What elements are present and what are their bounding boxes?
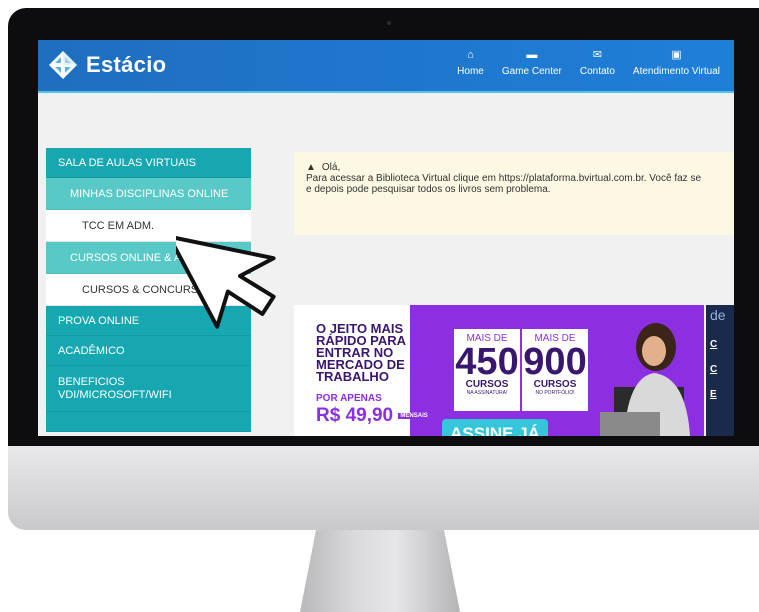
library-notice: ▲ Olá, Para acessar a Biblioteca Virtual… [294, 152, 734, 235]
woman-photo [600, 323, 690, 436]
sidebar-item-label: BENEFICIOS VDI/MICROSOFT/WIFI [58, 375, 172, 401]
nav-atendimento-label: Atendimento Virtual [632, 66, 720, 77]
sidebar-item-academico[interactable]: ACADÊMICO [46, 336, 251, 366]
sidebar-item-label: MINHAS DISCIPLINAS ONLINE [70, 187, 229, 200]
gamepad-icon: ▬ [526, 49, 538, 61]
panel-heading: de [710, 307, 726, 323]
right-side-panel: de C C E [706, 305, 734, 436]
mouse-cursor-icon [176, 234, 276, 329]
price-value: R$ 49,90 [316, 405, 394, 426]
nav-game-center-label: Game Center [501, 66, 562, 77]
logo-text: Estácio [86, 52, 167, 77]
webcam [387, 21, 391, 25]
nav-home-label: Home [457, 66, 484, 77]
promo-banner[interactable]: O JEITO MAIS RÁPIDO PARA ENTRAR NO MERCA… [294, 305, 704, 436]
screen: Estácio ⌂ Home ▬ Game Center ✉ Contato ▣… [38, 40, 734, 436]
bell-icon: ▲ [306, 162, 316, 173]
main-nav: ⌂ Home ▬ Game Center ✉ Contato ▣ Atendim… [439, 48, 720, 77]
sidebar-item-label: SALA DE AULAS VIRTUAIS [58, 156, 196, 169]
logo-diamond-icon [49, 51, 77, 79]
home-icon: ⌂ [467, 49, 474, 61]
banner-headline: O JEITO MAIS RÁPIDO PARA ENTRAR NO MERCA… [316, 321, 406, 384]
imac-mockup: Estácio ⌂ Home ▬ Game Center ✉ Contato ▣… [0, 0, 759, 612]
notice-line-1: Para acessar a Biblioteca Virtual clique… [306, 173, 702, 184]
panel-link[interactable]: C [706, 325, 734, 350]
nav-contato[interactable]: ✉ Contato [580, 48, 615, 77]
nav-contato-label: Contato [579, 66, 615, 77]
chat-icon: ▣ [671, 49, 682, 61]
sidebar-item-label: CURSOS ONLINE & A [70, 251, 182, 264]
box-number: 450 [455, 341, 519, 383]
estacio-logo[interactable]: Estácio [48, 50, 166, 80]
sidebar-item-beneficios[interactable]: BENEFICIOS VDI/MICROSOFT/WIFI [46, 366, 251, 412]
sidebar-item-minhas-disciplinas[interactable]: MINHAS DISCIPLINAS ONLINE [46, 178, 251, 210]
box-note: NA ASSINATURA! [466, 390, 508, 396]
box-number: 900 [523, 341, 587, 383]
monitor-chin [8, 446, 759, 530]
price-suffix: MENSAIS [398, 412, 430, 419]
notice-greeting: Olá, [321, 162, 341, 173]
sidebar-item-sala-de-aulas[interactable]: SALA DE AULAS VIRTUAIS [46, 148, 251, 178]
sidebar-item-label: ACADÊMICO [58, 344, 125, 357]
courses-box-portfolio: MAIS DE 900 CURSOS NO PORTFÓLIO! [520, 327, 590, 413]
box-note: NO PORTFÓLIO! [535, 390, 575, 396]
sidebar-item-next[interactable] [46, 412, 251, 432]
nav-atendimento-virtual[interactable]: ▣ Atendimento Virtual [633, 48, 720, 77]
top-navbar: Estácio ⌂ Home ▬ Game Center ✉ Contato ▣… [38, 40, 734, 93]
notice-greeting-row: ▲ Olá, [306, 162, 722, 173]
nav-home[interactable]: ⌂ Home [457, 48, 484, 77]
assine-button[interactable]: ASSINE JÁ [442, 419, 548, 436]
sidebar-item-label: PROVA ONLINE [58, 314, 140, 327]
panel-link[interactable]: C [706, 350, 734, 375]
sidebar-item-label: TCC EM ADM. [82, 219, 155, 232]
banner-price: R$ 49,90 MENSAIS [316, 405, 430, 427]
notice-line-2: e depois pode pesquisar todos os livros … [306, 184, 551, 195]
panel-link[interactable]: E [706, 375, 734, 400]
banner-from-label: POR APENAS [316, 393, 382, 404]
page-content: SALA DE AULAS VIRTUAIS MINHAS DISCIPLINA… [38, 95, 734, 436]
nav-game-center[interactable]: ▬ Game Center [502, 48, 562, 77]
courses-box-subscription: MAIS DE 450 CURSOS NA ASSINATURA! [452, 327, 522, 413]
monitor-stand [300, 530, 460, 612]
mail-icon: ✉ [592, 49, 602, 61]
